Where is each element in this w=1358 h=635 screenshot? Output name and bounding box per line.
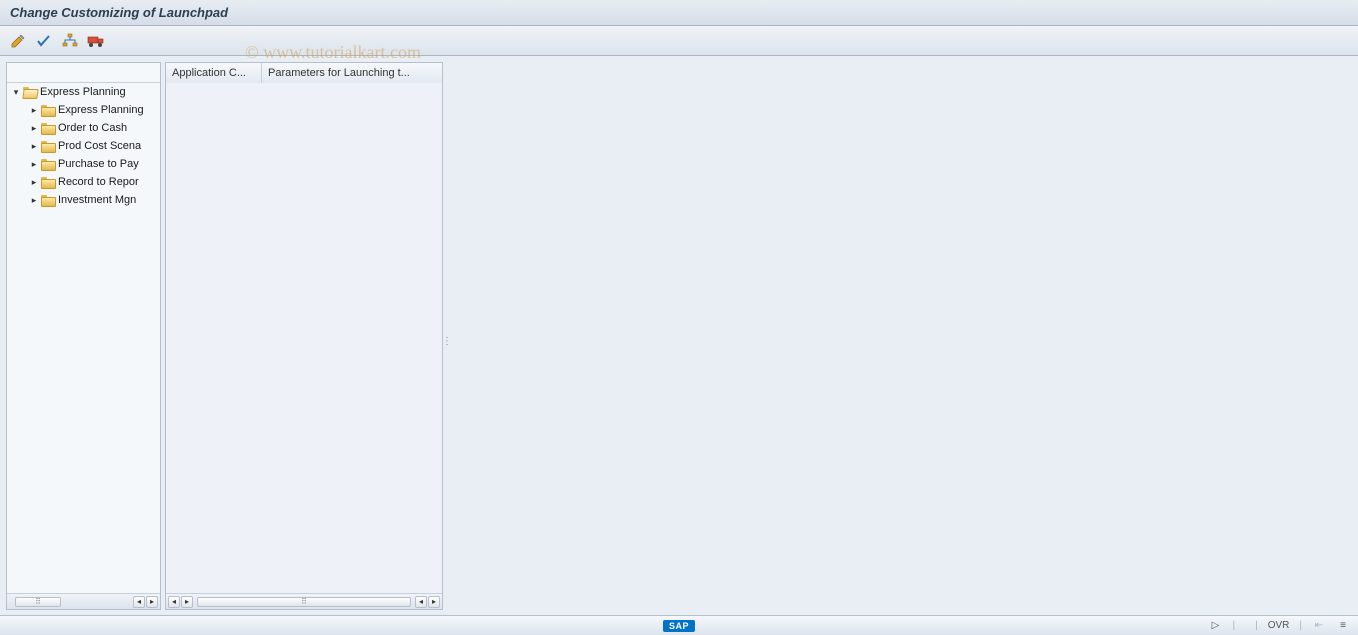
expand-icon[interactable]: ▸: [29, 105, 39, 115]
separator: |: [1255, 620, 1258, 631]
tree-item[interactable]: ▸ Express Planning: [7, 101, 160, 119]
scroll-thumb[interactable]: ⠿: [15, 597, 61, 607]
tree-item-label: Prod Cost Scena: [58, 140, 141, 152]
tree-item-label: Record to Repor: [58, 176, 139, 188]
message-icon[interactable]: ▷: [1209, 620, 1223, 631]
content-area: ▾ Express Planning ▸ Express Planning ▸ …: [0, 56, 1358, 615]
folder-open-icon: [23, 86, 37, 98]
hierarchy-icon[interactable]: [60, 31, 80, 51]
expand-icon[interactable]: ▸: [29, 195, 39, 205]
tree-panel: ▾ Express Planning ▸ Express Planning ▸ …: [6, 62, 161, 610]
mid-scroll-footer: ◂ ▸ ⠿ ◂ ▸: [166, 593, 442, 609]
expand-icon[interactable]: ▸: [29, 141, 39, 151]
folder-icon: [41, 176, 55, 188]
vertical-splitter[interactable]: [443, 62, 447, 610]
back-icon[interactable]: ⇤: [1312, 620, 1326, 631]
tree-item-label: Express Planning: [58, 104, 144, 116]
folder-icon: [41, 194, 55, 206]
expand-icon[interactable]: ▸: [29, 159, 39, 169]
tree-item[interactable]: ▸ Investment Mgn: [7, 191, 160, 209]
status-bar: SAP ▷ | | OVR | ⇤ ≡: [0, 615, 1358, 635]
title-bar: Change Customizing of Launchpad: [0, 0, 1358, 26]
transport-icon[interactable]: [86, 31, 106, 51]
page-title: Change Customizing of Launchpad: [10, 5, 228, 20]
status-ovr: OVR: [1268, 620, 1290, 631]
sap-logo: SAP: [663, 620, 695, 632]
tree-item[interactable]: ▸ Prod Cost Scena: [7, 137, 160, 155]
scroll-right-icon[interactable]: ▸: [428, 596, 440, 608]
toolbar: [0, 26, 1358, 56]
scroll-right-icon[interactable]: ▸: [146, 596, 158, 608]
detail-body[interactable]: [166, 83, 442, 593]
tree-item-label: Order to Cash: [58, 122, 127, 134]
left-scroll-footer: ⠿ ◂ ▸: [7, 593, 160, 609]
scroll-left-icon[interactable]: ◂: [168, 596, 180, 608]
tree-item[interactable]: ▸ Record to Repor: [7, 173, 160, 191]
scroll-left-icon[interactable]: ◂: [415, 596, 427, 608]
folder-icon: [41, 122, 55, 134]
tree-header-row: [7, 63, 160, 83]
scroll-thumb[interactable]: ⠿: [197, 597, 411, 607]
tree-item-label: Investment Mgn: [58, 194, 136, 206]
expand-icon[interactable]: ▸: [29, 123, 39, 133]
list-icon[interactable]: ≡: [1336, 620, 1350, 631]
col-parameters[interactable]: Parameters for Launching t...: [262, 63, 442, 83]
scroll-right-icon[interactable]: ▸: [181, 596, 193, 608]
tree-body[interactable]: ▾ Express Planning ▸ Express Planning ▸ …: [7, 83, 160, 593]
col-app-category[interactable]: Application C...: [166, 63, 262, 83]
pencil-icon[interactable]: [8, 31, 28, 51]
tree-root[interactable]: ▾ Express Planning: [7, 83, 160, 101]
detail-panel: Application C... Parameters for Launchin…: [165, 62, 443, 610]
separator: |: [1233, 620, 1236, 631]
folder-icon: [41, 158, 55, 170]
expand-icon[interactable]: ▸: [29, 177, 39, 187]
tree-root-label: Express Planning: [40, 86, 126, 98]
tree-item[interactable]: ▸ Order to Cash: [7, 119, 160, 137]
tree-item-label: Purchase to Pay: [58, 158, 139, 170]
scroll-left-icon[interactable]: ◂: [133, 596, 145, 608]
collapse-icon[interactable]: ▾: [11, 87, 21, 97]
separator: |: [1299, 620, 1302, 631]
right-panel: [447, 62, 1358, 610]
check-icon[interactable]: [34, 31, 54, 51]
tree-item[interactable]: ▸ Purchase to Pay: [7, 155, 160, 173]
detail-header-row: Application C... Parameters for Launchin…: [166, 63, 442, 83]
folder-icon: [41, 140, 55, 152]
folder-icon: [41, 104, 55, 116]
